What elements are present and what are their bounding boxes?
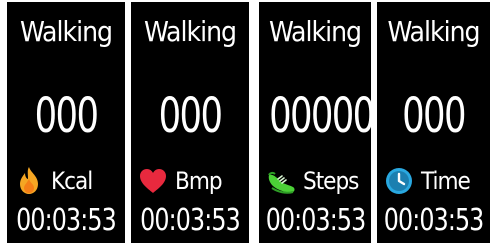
metric-label: Time [421, 167, 471, 195]
screen-title: Walking [268, 15, 362, 48]
flame-icon [20, 167, 38, 194]
metric-label: Steps [303, 167, 359, 195]
elapsed-time: 00:03:53 [140, 203, 240, 238]
heart-icon [140, 169, 166, 193]
walking-screen-kcal: Walking 000 Kcal 00:03:53 [7, 2, 125, 243]
metric-label: Kcal [51, 167, 93, 195]
screen-title: Walking [19, 15, 113, 48]
metric-row: Bmp [137, 164, 247, 198]
metric-value: 000 [402, 88, 466, 144]
metric-value: 000 [34, 88, 99, 144]
elapsed-time: 00:03:53 [265, 203, 366, 238]
metric-value: 000 [158, 88, 223, 144]
walking-screen-bmp: Walking 000 Bmp 00:03:53 [131, 2, 249, 243]
metric-label: Bmp [175, 167, 223, 195]
metric-value: 00000 [269, 88, 371, 144]
elapsed-time: 00:03:53 [383, 203, 484, 238]
shoe-icon [268, 171, 295, 194]
elapsed-time: 00:03:53 [16, 203, 116, 238]
clock-icon [386, 168, 412, 194]
screen-title: Walking [143, 15, 237, 48]
screens-strip: Walking 000 Kcal 00:03:53 Walking 000 Bm… [0, 0, 492, 245]
metric-row: Steps [265, 164, 369, 198]
metric-row: Time [383, 164, 488, 198]
walking-screen-steps: Walking 00000 Steps 00:03:53 [259, 2, 371, 243]
walking-screen-time: Walking 000 Time 00:03:53 [377, 2, 490, 243]
screen-title: Walking [387, 15, 480, 48]
metric-row: Kcal [13, 164, 123, 198]
